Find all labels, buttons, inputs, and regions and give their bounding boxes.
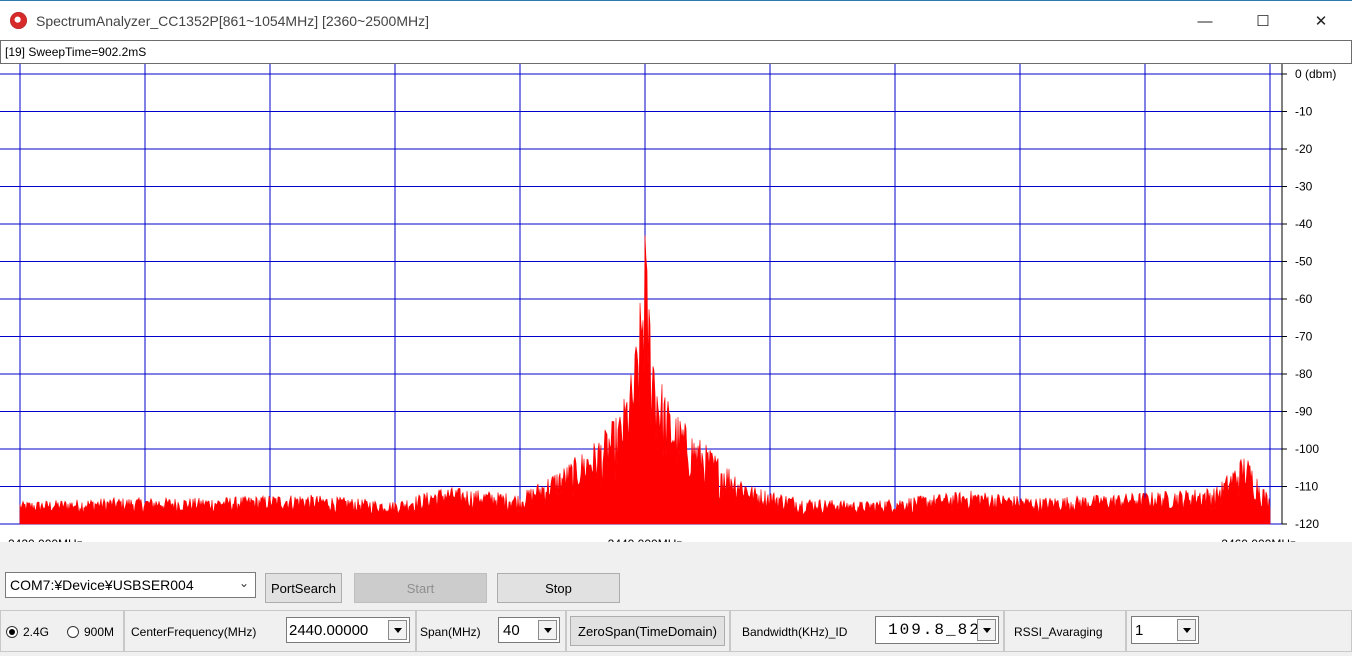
- band-select-group: 2.4G 900M: [0, 610, 124, 652]
- stop-button[interactable]: Stop: [497, 573, 620, 603]
- bandwidth-label: Bandwidth(KHz)_ID: [742, 625, 848, 639]
- y-tick-label: -90: [1295, 405, 1313, 419]
- spectrum-plot: 0 (dbm) -10 -20 -30 -40 -50 -60 -70 -80 -90 -100 -1…: [0, 64, 1352, 551]
- span-select[interactable]: 40: [498, 617, 560, 643]
- close-button[interactable]: ✕: [1292, 1, 1350, 41]
- y-tick-label: -10: [1295, 105, 1313, 119]
- y-tick-label: -70: [1295, 330, 1313, 344]
- rssi-averaging-select[interactable]: 1: [1131, 616, 1199, 644]
- window-title: SpectrumAnalyzer_CC1352P[861~1054MHz] [2…: [36, 13, 430, 29]
- chevron-down-icon: ⌄: [238, 576, 249, 590]
- y-tick-label: -80: [1295, 367, 1313, 381]
- x-tick-label: 2440.000MHz: [608, 537, 683, 542]
- band-900-label: 900M: [84, 625, 115, 639]
- center-frequency-select[interactable]: 2440.00000: [286, 617, 410, 643]
- span-group: Span(MHz) 40: [416, 610, 566, 652]
- band-24-radio[interactable]: [6, 626, 18, 638]
- app-icon: [10, 12, 27, 29]
- zerospan-button[interactable]: ZeroSpan(TimeDomain): [570, 616, 725, 646]
- bandwidth-select[interactable]: 109.8_82: [875, 616, 999, 644]
- dropdown-arrow-icon: [1177, 619, 1196, 641]
- y-tick-labels: 0 (dbm) -10 -20 -30 -40 -50 -60 -70 -80 -90 -100 -1…: [1295, 67, 1336, 531]
- port-select-value: COM7:¥Device¥USBSER004: [10, 577, 194, 593]
- dropdown-arrow-icon: [538, 620, 557, 640]
- span-value: 40: [503, 621, 520, 639]
- center-frequency-label: CenterFrequency(MHz): [131, 625, 257, 639]
- spectrum-chart: 0 (dbm) -10 -20 -30 -40 -50 -60 -70 -80 -90 -100 -1…: [0, 64, 1336, 551]
- bandwidth-group: Bandwidth(KHz)_ID 109.8_82: [730, 610, 1004, 652]
- port-select[interactable]: COM7:¥Device¥USBSER004 ⌄: [5, 572, 256, 598]
- rssi-label: RSSI_Avaraging: [1014, 625, 1103, 639]
- band-24-label: 2.4G: [23, 625, 50, 639]
- x-tick-labels: 2420.000MHz 2440.000MHz 2460.000MHz: [8, 537, 1296, 551]
- sweep-time-text: [19] SweepTime=902.2mS: [5, 45, 147, 59]
- port-search-button[interactable]: PortSearch: [265, 573, 342, 603]
- title-bar: SpectrumAnalyzer_CC1352P[861~1054MHz] [2…: [0, 0, 1352, 40]
- y-tick-label: -30: [1295, 180, 1313, 194]
- center-frequency-value: 2440.00000: [289, 621, 369, 639]
- x-tick-label: 2420.000MHz: [8, 537, 83, 542]
- dropdown-arrow-icon: [977, 619, 996, 641]
- y-tick-label: -110: [1295, 480, 1318, 494]
- band-900-radio[interactable]: [67, 626, 79, 638]
- zerospan-group: ZeroSpan(TimeDomain): [566, 610, 730, 652]
- bandwidth-value: 109.8_82: [888, 621, 981, 639]
- dropdown-arrow-icon: [388, 620, 407, 640]
- rssi-select-group: 1: [1126, 610, 1352, 652]
- y-tick-label: -100: [1295, 442, 1319, 456]
- minimize-button[interactable]: —: [1176, 1, 1234, 41]
- start-button[interactable]: Start: [354, 573, 487, 603]
- status-bar: [19] SweepTime=902.2mS: [0, 40, 1352, 64]
- y-tick-label: -50: [1295, 255, 1313, 269]
- y-tick-label: -40: [1295, 217, 1313, 231]
- y-tick-label: 0 (dbm): [1295, 67, 1336, 81]
- rssi-averaging-value: 1: [1135, 621, 1144, 639]
- y-tick-label: -60: [1295, 292, 1313, 306]
- y-tick-label: -120: [1295, 517, 1319, 531]
- spectrum-trace: [19, 235, 1271, 525]
- y-tick-label: -20: [1295, 142, 1313, 156]
- span-label: Span(MHz): [420, 625, 481, 639]
- rssi-label-group: RSSI_Avaraging: [1004, 610, 1126, 652]
- maximize-button[interactable]: ☐: [1234, 1, 1292, 41]
- center-frequency-group: CenterFrequency(MHz) 2440.00000: [124, 610, 416, 652]
- x-tick-label: 2460.000MHz: [1221, 537, 1296, 542]
